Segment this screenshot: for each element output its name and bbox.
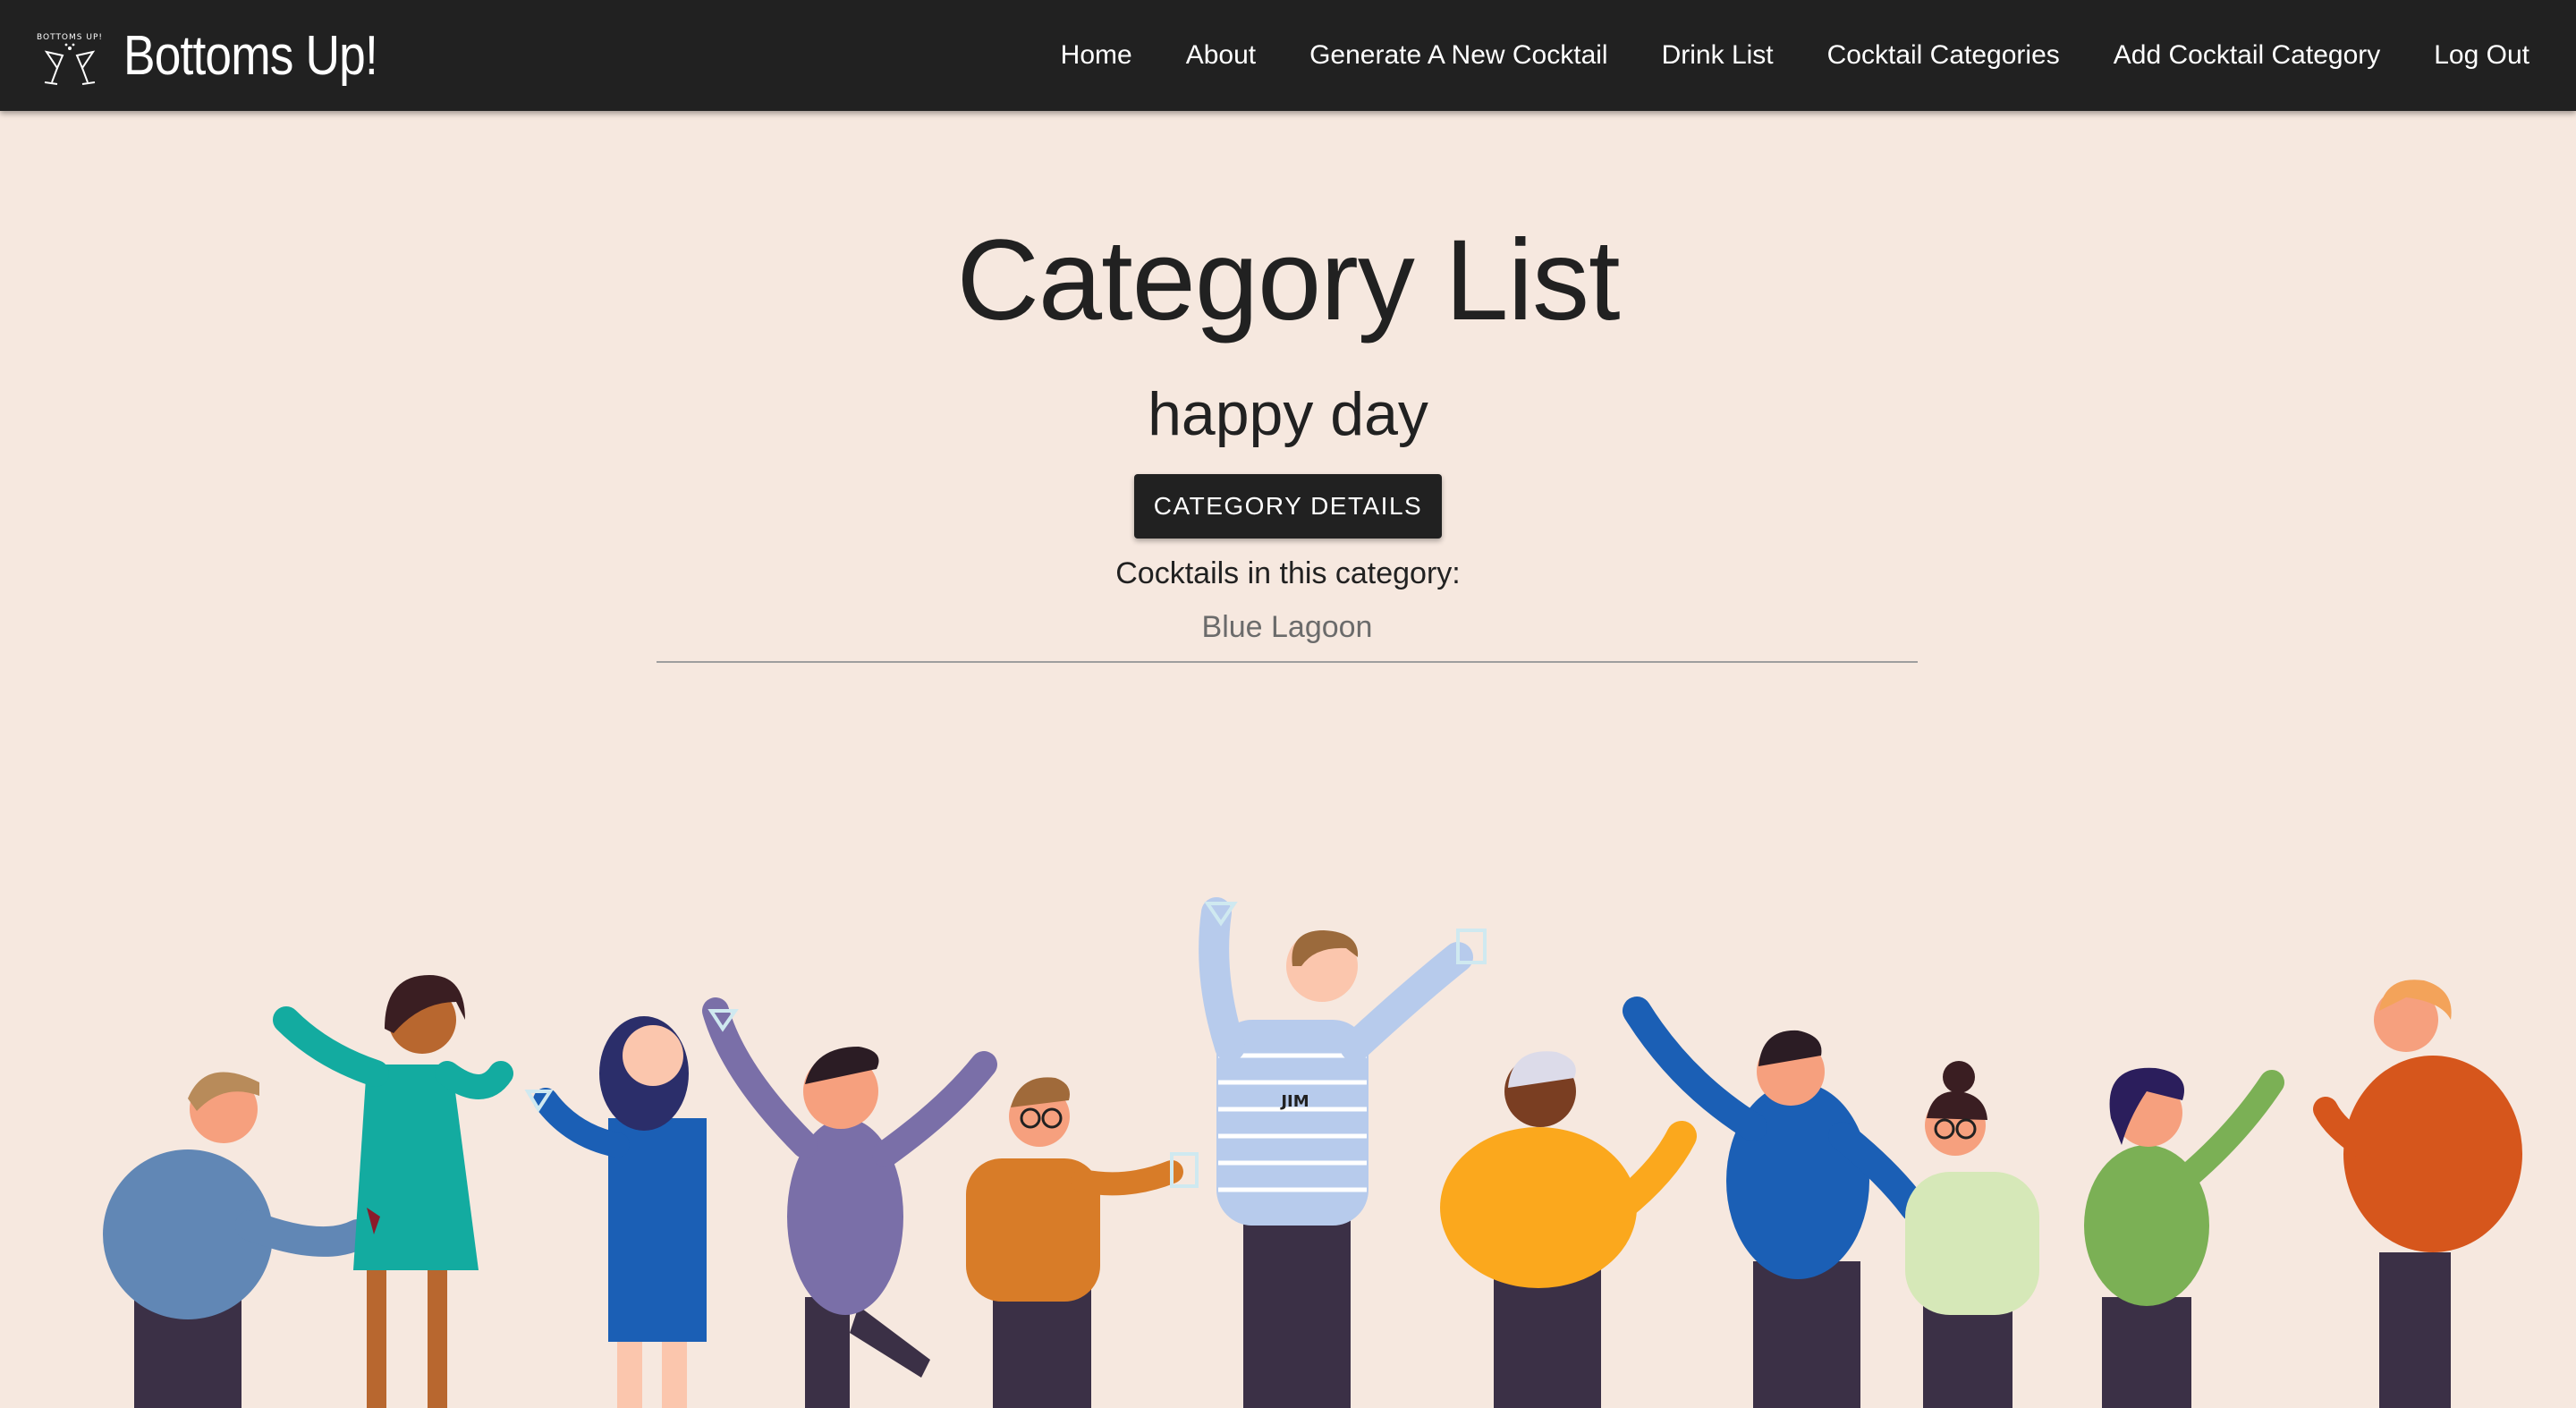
nav-cocktail-categories-link[interactable]: Cocktail Categories [1801, 40, 2087, 71]
cocktails-in-category-label: Cocktails in this category: [1115, 556, 1461, 590]
page-title: Category List [956, 216, 1620, 344]
person-blue-sweater [103, 1072, 373, 1408]
cocktail-item[interactable]: Blue Lagoon [657, 605, 1918, 661]
nav-add-category-link[interactable]: Add Cocktail Category [2087, 40, 2407, 71]
person-light-green-sweater [1905, 1061, 2039, 1408]
nav-about-link[interactable]: About [1159, 40, 1283, 71]
nav-home-link[interactable]: Home [1034, 40, 1159, 71]
nav-generate-cocktail-link[interactable]: Generate A New Cocktail [1283, 40, 1635, 71]
logo-text: BOTTOMS UP! [37, 33, 103, 42]
person-orange-shirt [966, 1077, 1183, 1408]
category-name: happy day [1148, 380, 1428, 448]
nav-links: Home About Generate A New Cocktail Drink… [1034, 0, 2556, 111]
clinking-glasses-logo-icon: BOTTOMS UP! [37, 33, 103, 85]
nav-drink-list-link[interactable]: Drink List [1635, 40, 1801, 71]
person-yellow-sweater [1440, 1051, 1697, 1408]
app-title: Bottoms Up! [123, 24, 378, 87]
brand-home-link[interactable]: BOTTOMS UP! Bottoms Up! [30, 11, 419, 100]
name-tag-text: JIM [1279, 1092, 1309, 1111]
cocktail-list: Blue Lagoon [657, 605, 1918, 663]
nav-log-out-link[interactable]: Log Out [2407, 40, 2556, 71]
party-people-illustration: JIM [103, 897, 2522, 1408]
person-blue-raised [1623, 997, 1928, 1408]
person-purple-sweater [702, 997, 997, 1408]
person-teal-dress [273, 975, 513, 1408]
person-green-sweater [2084, 1067, 2284, 1408]
person-blue-dress [533, 1016, 707, 1408]
top-navbar: BOTTOMS UP! Bottoms Up! Home About Gener… [0, 0, 2576, 111]
person-striped-shirt: JIM [1199, 897, 1473, 1408]
category-details-button[interactable]: CATEGORY DETAILS [1134, 474, 1442, 539]
person-orange-red-sweater [2313, 980, 2522, 1408]
